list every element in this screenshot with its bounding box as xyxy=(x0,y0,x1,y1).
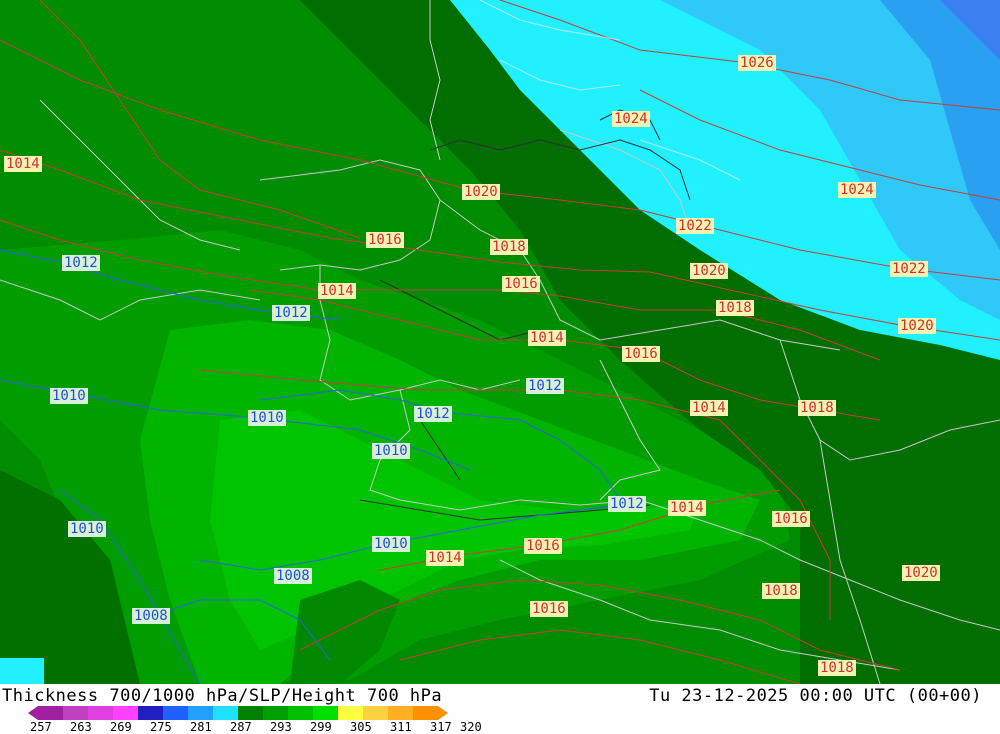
weather-map: 1026 1024 1014 1020 1024 1022 1016 1018 … xyxy=(0,0,1000,684)
colorbar-tick-label: 257 xyxy=(30,720,52,734)
isobar-label: 1018 xyxy=(798,400,836,416)
isobar-label: 1008 xyxy=(274,568,312,584)
isobar-label: 1024 xyxy=(612,111,650,127)
isobar-label: 1012 xyxy=(414,406,452,422)
colorbar-segment xyxy=(363,706,388,720)
isobar-label: 1016 xyxy=(524,538,562,554)
isobar-label: 1012 xyxy=(526,378,564,394)
isobar-label: 1010 xyxy=(50,388,88,404)
isobar-label: 1016 xyxy=(530,601,568,617)
isobar-label: 1012 xyxy=(272,305,310,321)
isobar-label: 1010 xyxy=(372,443,410,459)
colorbar-segment xyxy=(338,706,363,720)
colorbar-tick-label: 263 xyxy=(70,720,92,734)
colorbar-arrow-right xyxy=(438,706,448,720)
colorbar-segment xyxy=(138,706,163,720)
isobar-label: 1014 xyxy=(318,283,356,299)
colorbar-tick-label: 305 xyxy=(350,720,372,734)
isobar-label: 1026 xyxy=(738,55,776,71)
isobar-label: 1008 xyxy=(132,608,170,624)
isobar-label: 1012 xyxy=(608,496,646,512)
isobar-label: 1014 xyxy=(426,550,464,566)
isobar-label: 1022 xyxy=(890,261,928,277)
colorbar-segment xyxy=(388,706,413,720)
colorbar-tick-label: 299 xyxy=(310,720,332,734)
isobar-label: 1018 xyxy=(762,583,800,599)
isobar-label: 1014 xyxy=(4,156,42,172)
isobar-label: 1018 xyxy=(818,660,856,676)
isobar-label: 1010 xyxy=(372,536,410,552)
isobar-label: 1020 xyxy=(898,318,936,334)
colorbar-segment xyxy=(188,706,213,720)
map-title: Thickness 700/1000 hPa/SLP/Height 700 hP… xyxy=(2,686,443,706)
isobar-label: 1020 xyxy=(462,184,500,200)
colorbar-segment xyxy=(288,706,313,720)
map-canvas xyxy=(0,0,1000,684)
isobar-label: 1010 xyxy=(68,521,106,537)
colorbar-tick-label: 275 xyxy=(150,720,172,734)
isobar-label: 1018 xyxy=(716,300,754,316)
colorbar-segment xyxy=(38,706,63,720)
colorbar-arrow-left xyxy=(28,706,38,720)
isobar-label: 1020 xyxy=(690,263,728,279)
isobar-label: 1010 xyxy=(248,410,286,426)
isobar-label: 1016 xyxy=(366,232,404,248)
colorbar-tick-label: 293 xyxy=(270,720,292,734)
colorbar-segment xyxy=(238,706,263,720)
colorbar-tick-label: 281 xyxy=(190,720,212,734)
isobar-label: 1014 xyxy=(528,330,566,346)
map-footer: Thickness 700/1000 hPa/SLP/Height 700 hP… xyxy=(0,684,1000,734)
colorbar-segment xyxy=(163,706,188,720)
isobar-label: 1024 xyxy=(838,182,876,198)
isobar-label: 1022 xyxy=(676,218,714,234)
colorbar-segment xyxy=(113,706,138,720)
isobar-label: 1012 xyxy=(62,255,100,271)
colorbar-tick-label: 269 xyxy=(110,720,132,734)
colorbar-tick-label: 287 xyxy=(230,720,252,734)
isobar-label: 1014 xyxy=(668,500,706,516)
valid-time: Tu 23-12-2025 00:00 UTC (00+00) xyxy=(649,686,982,706)
colorbar-segment xyxy=(263,706,288,720)
isobar-label: 1020 xyxy=(902,565,940,581)
colorbar-segment xyxy=(63,706,88,720)
thickness-field-patch xyxy=(0,658,44,684)
colorbar-segment xyxy=(413,706,438,720)
colorbar-tick-label: 311 xyxy=(390,720,412,734)
colorbar-segment xyxy=(313,706,338,720)
colorbar-segment xyxy=(88,706,113,720)
isobar-label: 1018 xyxy=(490,239,528,255)
isobar-label: 1016 xyxy=(502,276,540,292)
colorbar-tick-label: 320 xyxy=(460,720,482,734)
isobar-label: 1016 xyxy=(772,511,810,527)
colorbar-segment xyxy=(213,706,238,720)
colorbar xyxy=(28,706,448,720)
colorbar-tick-label: 317 xyxy=(430,720,452,734)
isobar-label: 1016 xyxy=(622,346,660,362)
isobar-label: 1014 xyxy=(690,400,728,416)
